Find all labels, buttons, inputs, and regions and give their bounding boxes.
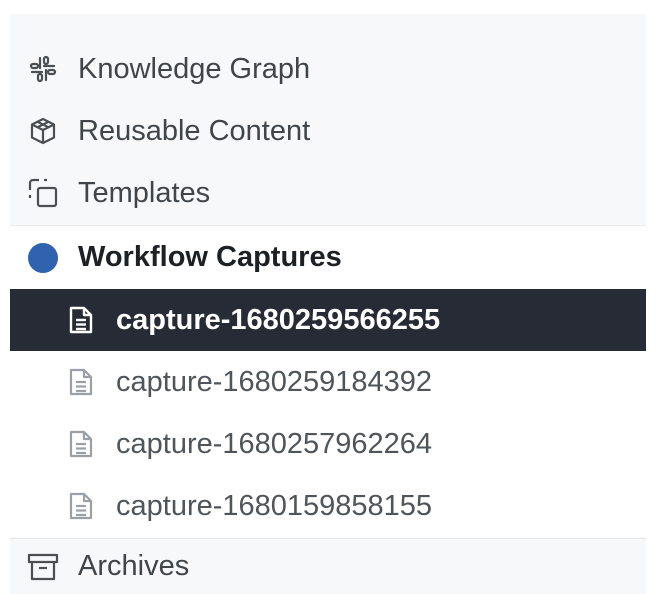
capture-label: capture-1680259184392 [116,365,433,398]
sidebar-item-label: Templates [78,176,211,209]
capture-item[interactable]: capture-1680257962264 [10,413,646,475]
document-icon [62,425,100,463]
knowledge-graph-icon [24,50,62,88]
capture-item[interactable]: capture-1680259566255 [10,289,646,351]
capture-label: capture-1680259566255 [116,303,441,336]
document-icon [62,363,100,401]
cube-icon [24,112,62,150]
section-workflow-captures[interactable]: Workflow Captures [10,225,646,289]
section-title: Workflow Captures [78,241,342,273]
capture-label: capture-1680257962264 [116,427,433,460]
capture-label: capture-1680159858155 [116,489,433,522]
document-icon [62,301,100,339]
document-icon [62,487,100,525]
sidebar-panel: Knowledge Graph Reusable Content Templat… [10,14,646,594]
capture-item[interactable]: capture-1680159858155 [10,475,646,537]
sidebar-item-reusable-content[interactable]: Reusable Content [10,100,646,162]
capture-item[interactable]: capture-1680259184392 [10,351,646,413]
circle-icon [24,239,62,277]
sidebar-item-label: Reusable Content [78,114,311,147]
sidebar-item-archives[interactable]: Archives [10,538,646,594]
sidebar-item-templates[interactable]: Templates [10,162,646,224]
archive-box-icon [24,548,62,586]
templates-icon [24,174,62,212]
sidebar-item-label: Knowledge Graph [78,52,311,85]
sidebar-item-label: Archives [78,550,190,582]
sidebar-item-knowledge-graph[interactable]: Knowledge Graph [10,38,646,100]
